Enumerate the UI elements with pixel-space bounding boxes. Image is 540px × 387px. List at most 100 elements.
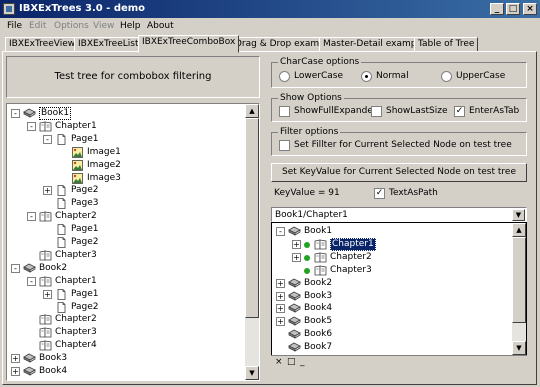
close-button[interactable]: × bbox=[523, 3, 537, 15]
tree-node-label: Image2 bbox=[87, 159, 121, 170]
menu-edit[interactable]: Edit bbox=[29, 21, 46, 31]
status-dot-icon bbox=[304, 254, 310, 261]
expand-icon[interactable]: + bbox=[276, 304, 285, 314]
enterastab-label: EnterAsTab bbox=[469, 106, 520, 116]
tree-node-label: Page1 bbox=[71, 288, 99, 299]
tree-node-label: Book3 bbox=[39, 353, 68, 364]
maximize-button[interactable]: □ bbox=[506, 3, 520, 15]
expand-icon[interactable]: + bbox=[276, 317, 285, 327]
showlastsize-label: ShowLastSize bbox=[386, 106, 448, 116]
tree-node-label: Image1 bbox=[87, 146, 121, 157]
scroll-up-button[interactable]: ▲ bbox=[245, 104, 259, 118]
tab-ibxextreecombobox[interactable]: IBXExTreeComboBox bbox=[138, 35, 240, 53]
select-icon[interactable]: □ bbox=[287, 357, 296, 367]
tree-node-label: Page2 bbox=[71, 185, 99, 196]
tree-node-label: Image3 bbox=[87, 172, 121, 183]
menu-view[interactable]: View bbox=[93, 21, 114, 31]
expand-icon[interactable]: + bbox=[276, 278, 285, 288]
collapse-icon[interactable]: - bbox=[27, 121, 36, 131]
clear-icon[interactable]: × bbox=[275, 357, 283, 367]
tree-node-label: Page1 bbox=[71, 224, 99, 235]
collapse-icon[interactable]: _ bbox=[300, 357, 305, 367]
menu-about[interactable]: About bbox=[147, 21, 174, 31]
status-dot-icon bbox=[304, 267, 310, 274]
show-options-title: Show Options bbox=[278, 93, 344, 103]
image-icon bbox=[71, 146, 84, 158]
tree-node-label: Book6 bbox=[304, 329, 333, 340]
book-icon bbox=[288, 226, 301, 237]
collapse-icon[interactable]: - bbox=[27, 212, 36, 222]
keyvalue-label: KeyValue = 91 bbox=[274, 188, 340, 198]
tree-node-label: Page2 bbox=[71, 301, 99, 312]
tree-node-label: Chapter2 bbox=[55, 314, 97, 325]
chapter-icon bbox=[314, 252, 327, 263]
tree-node-label: Chapter4 bbox=[55, 340, 97, 351]
page-icon bbox=[55, 237, 68, 248]
expand-icon[interactable]: + bbox=[43, 186, 52, 196]
textaspath-label: TextAsPath bbox=[389, 188, 438, 198]
expand-icon[interactable]: + bbox=[11, 367, 20, 376]
expand-icon[interactable]: + bbox=[292, 239, 301, 249]
chevron-down-icon[interactable]: ▼ bbox=[512, 209, 525, 221]
status-dot-icon bbox=[304, 241, 310, 248]
dropdown-scroll-down-button[interactable]: ▼ bbox=[512, 341, 526, 355]
dropdown-scroll-up-button[interactable]: ▲ bbox=[512, 223, 526, 237]
tree-node-label: Chapter1 bbox=[55, 275, 97, 286]
uppercase-radio-label: UpperCase bbox=[456, 71, 506, 81]
minimize-button[interactable]: _ bbox=[490, 3, 504, 15]
dropdown-footer: × □ _ bbox=[271, 355, 527, 368]
test-tree[interactable]: - Book1- Chapter1- Page1 Image1 Image2 Image3 +… bbox=[6, 103, 260, 381]
filter-options-group: Filter options Set Fillter for Current S… bbox=[271, 127, 527, 156]
collapse-icon[interactable]: - bbox=[11, 263, 20, 273]
dropdown-scroll-thumb[interactable] bbox=[512, 237, 526, 323]
expand-icon[interactable]: + bbox=[11, 354, 20, 364]
book-icon bbox=[288, 329, 301, 340]
enterastab-check-box: ✓ bbox=[454, 106, 465, 117]
page-icon bbox=[55, 288, 68, 300]
chapter-icon bbox=[39, 276, 52, 287]
menu-help[interactable]: Help bbox=[120, 21, 141, 31]
tree-node-label: Book1 bbox=[304, 226, 333, 236]
scroll-down-button[interactable]: ▼ bbox=[245, 366, 259, 380]
book-icon bbox=[288, 303, 301, 314]
tab-ibxextreelist[interactable]: IBXExTreeList bbox=[74, 37, 143, 52]
tab-table-of-tree[interactable]: Table of Tree bbox=[414, 37, 479, 52]
uppercase-radio-indicator bbox=[441, 71, 452, 82]
book-icon bbox=[23, 366, 36, 377]
dropdown-scrollbar[interactable]: ▲ ▼ bbox=[512, 223, 526, 355]
set-keyvalue-button[interactable]: Set KeyValue for Current Selected Node o… bbox=[271, 163, 527, 182]
tab-strip: IBXExTreeView IBXExTreeList IBXExTreeCom… bbox=[0, 35, 540, 53]
showfullexpanded-label: ShowFullExpanded bbox=[294, 106, 379, 116]
tree-node-label: Chapter2 bbox=[330, 251, 372, 262]
tree-node-label: Book3 bbox=[304, 290, 333, 301]
page-icon bbox=[55, 185, 68, 197]
expand-icon[interactable]: + bbox=[292, 252, 301, 262]
collapse-icon[interactable]: - bbox=[276, 227, 285, 236]
collapse-icon[interactable]: - bbox=[27, 276, 36, 286]
menu-file[interactable]: File bbox=[7, 21, 22, 31]
test-tree-scrollbar[interactable]: ▲ ▼ bbox=[245, 104, 259, 380]
chapter-icon bbox=[39, 327, 52, 338]
tree-node-label: Page1 bbox=[71, 133, 99, 144]
title-bar: IBXExTrees 3.0 - demo _ □ × bbox=[0, 0, 540, 18]
expand-icon[interactable]: + bbox=[276, 291, 285, 301]
app-icon bbox=[3, 3, 15, 15]
set-filter-check-box bbox=[279, 140, 290, 151]
page-icon bbox=[55, 133, 68, 145]
scroll-thumb[interactable] bbox=[245, 118, 259, 318]
tab-ibxextreeview[interactable]: IBXExTreeView bbox=[5, 37, 80, 52]
expand-icon[interactable]: + bbox=[43, 289, 52, 299]
page-icon bbox=[55, 198, 68, 210]
collapse-icon[interactable]: - bbox=[43, 134, 52, 144]
book-icon bbox=[23, 263, 36, 274]
menu-options[interactable]: Options bbox=[54, 21, 89, 31]
combobox-dropdown-tree[interactable]: - Book1 + Chapter1 + Chapter2 Chapter3 + Book2 + B… bbox=[271, 222, 527, 368]
tree-combobox[interactable]: Book1/Chapter1 ▼ bbox=[271, 207, 527, 222]
textaspath-check-box: ✓ bbox=[374, 188, 385, 199]
chapter-icon bbox=[314, 265, 327, 276]
tree-node-label: Book5 bbox=[304, 316, 333, 327]
book-icon bbox=[23, 108, 36, 119]
collapse-icon[interactable]: - bbox=[11, 109, 20, 118]
tab-master-detail-example[interactable]: Master-Detail example bbox=[319, 37, 429, 52]
chapter-icon bbox=[39, 121, 52, 132]
